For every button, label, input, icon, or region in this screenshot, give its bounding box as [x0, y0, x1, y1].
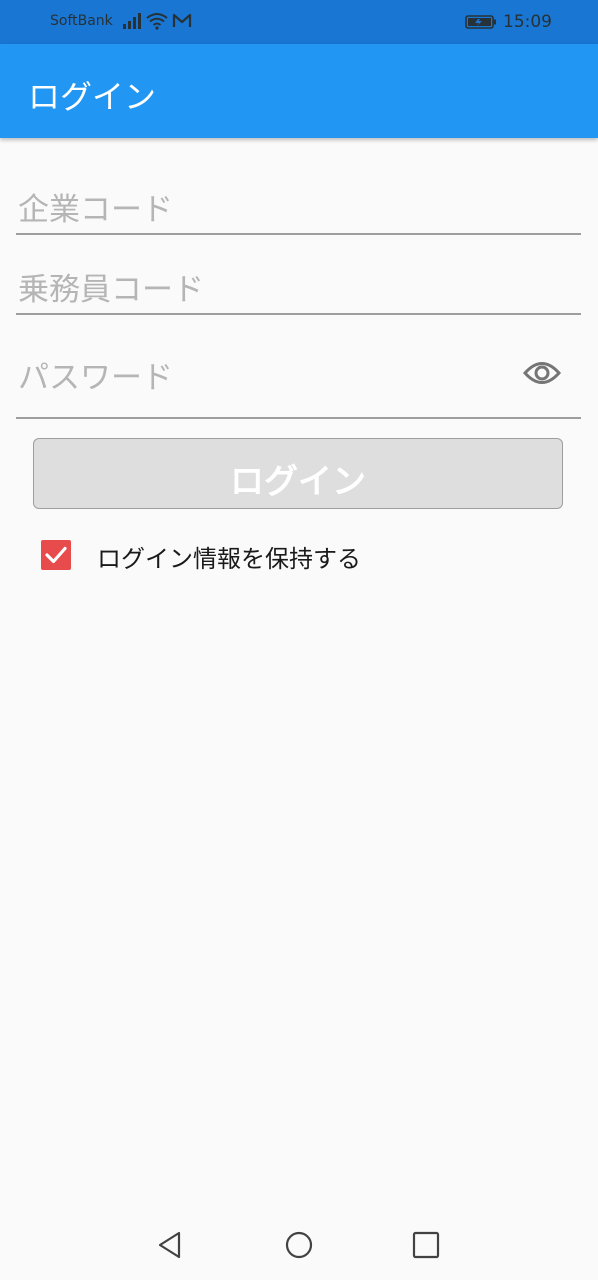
clock: 15:09 [503, 12, 552, 32]
login-button-label: ログイン [230, 462, 366, 502]
battery-icon [465, 14, 497, 34]
mail-icon [172, 13, 192, 33]
recents-icon[interactable] [411, 1230, 441, 1264]
status-bar: SoftBank 15:09 [0, 0, 598, 44]
navigation-bar [0, 1210, 598, 1280]
eye-icon[interactable] [522, 360, 562, 390]
carrier-name: SoftBank [50, 13, 113, 29]
crew-code-placeholder: 乗務員コード [18, 272, 204, 308]
back-icon[interactable] [155, 1230, 185, 1264]
app-bar: ログイン [0, 44, 598, 138]
company-code-placeholder: 企業コード [18, 192, 173, 228]
check-icon [45, 546, 67, 564]
crew-code-field[interactable]: 乗務員コード [16, 258, 581, 315]
signal-icon [122, 12, 142, 34]
wifi-icon [146, 12, 168, 34]
status-icons [122, 12, 192, 34]
password-placeholder: パスワード [18, 360, 173, 396]
company-code-field[interactable]: 企業コード [16, 178, 581, 235]
remember-label: ログイン情報を保持する [97, 545, 361, 573]
remember-checkbox[interactable] [41, 540, 71, 570]
home-icon[interactable] [284, 1230, 314, 1264]
login-button[interactable]: ログイン [33, 438, 563, 509]
page-title: ログイン [28, 78, 157, 116]
password-field[interactable]: パスワード [16, 338, 581, 419]
